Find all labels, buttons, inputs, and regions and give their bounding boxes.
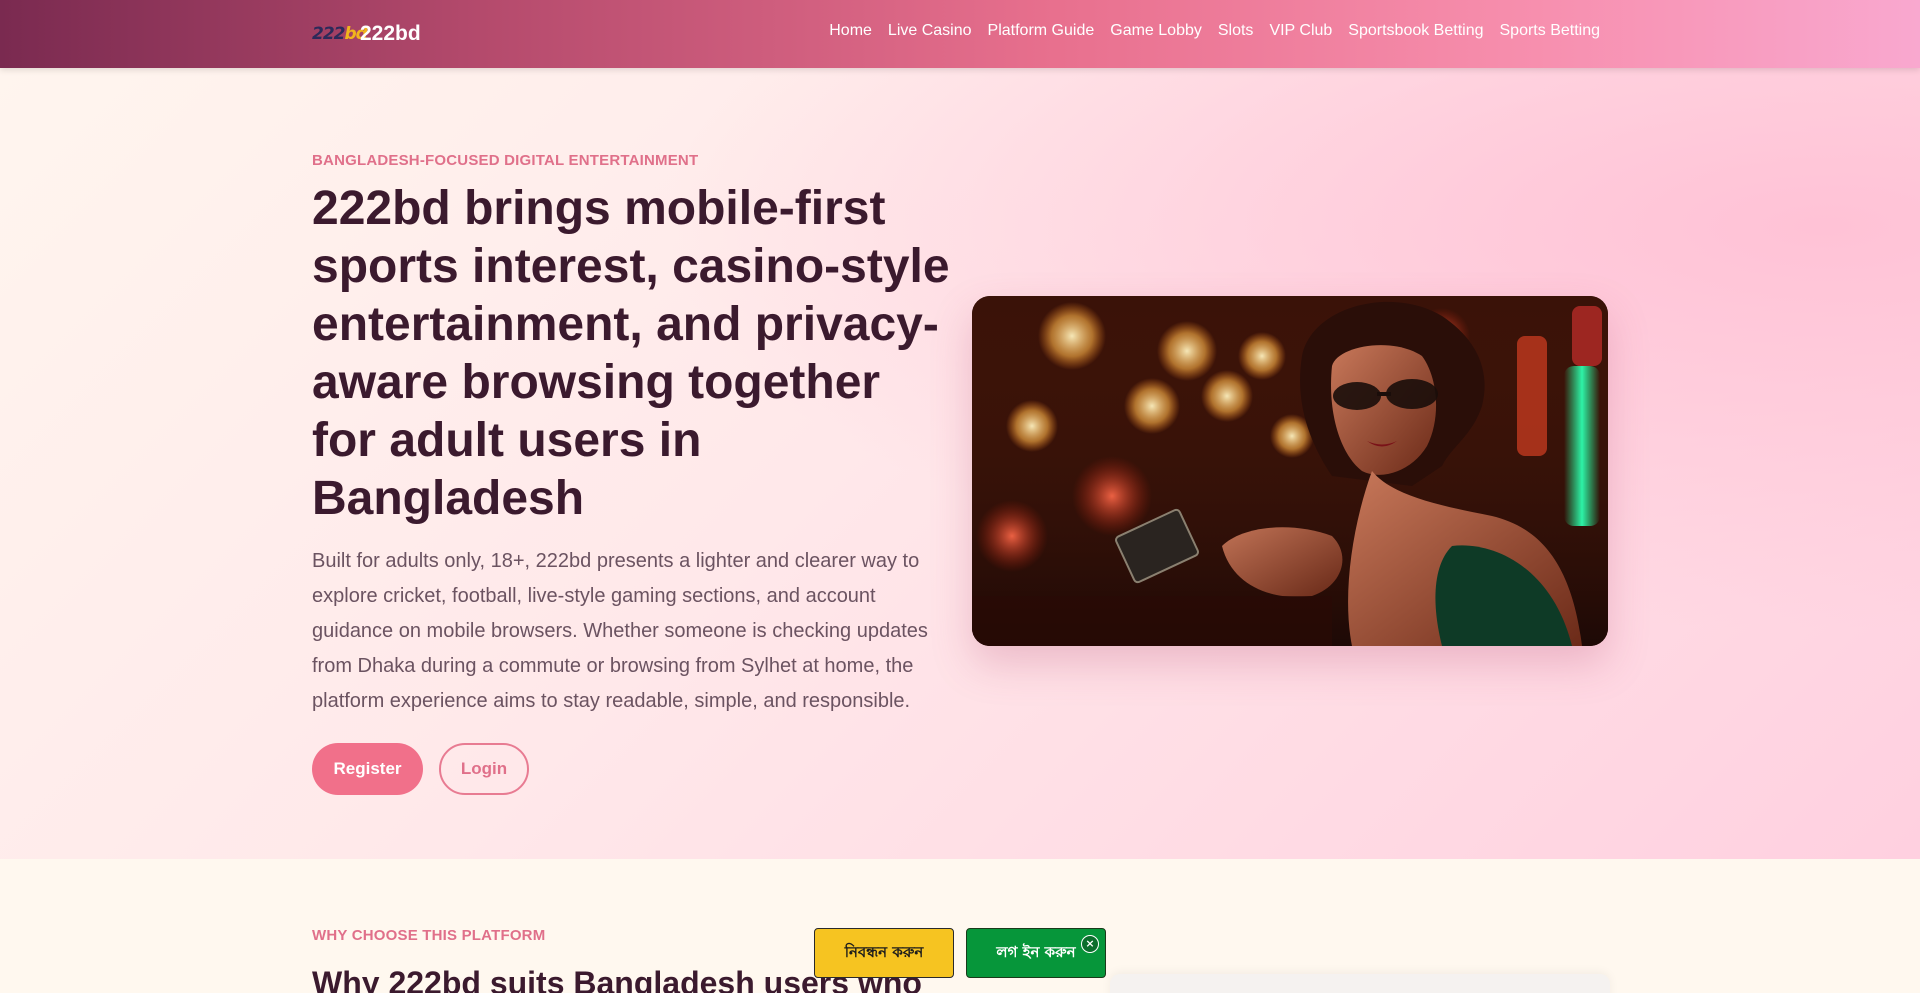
nav-platform-guide[interactable]: Platform Guide — [988, 22, 1095, 40]
login-button[interactable]: Login — [439, 743, 529, 795]
logo-text-part-a: 222 — [312, 24, 345, 44]
hero-description: Built for adults only, 18+, 222bd presen… — [312, 550, 928, 712]
register-button[interactable]: Register — [312, 743, 423, 795]
section-eyebrow: WHY CHOOSE THIS PLATFORM — [312, 927, 546, 944]
hero-image — [972, 296, 1608, 646]
nav-live-casino[interactable]: Live Casino — [888, 22, 972, 40]
nav-game-lobby[interactable]: Game Lobby — [1110, 22, 1202, 40]
close-icon[interactable]: × — [1081, 935, 1099, 953]
nav-vip-club[interactable]: VIP Club — [1269, 22, 1332, 40]
nav-home[interactable]: Home — [829, 22, 872, 40]
nav-slots[interactable]: Slots — [1218, 22, 1254, 40]
floating-cta-bar: নিবন্ধন করুন লগ ইন করুন × — [814, 928, 1106, 978]
hero-eyebrow: BANGLADESH-FOCUSED DIGITAL ENTERTAINMENT — [312, 152, 699, 169]
hero-actions: Register Login — [312, 743, 529, 795]
floating-register-button[interactable]: নিবন্ধন করুন — [814, 928, 954, 978]
section-card — [1110, 974, 1610, 993]
brand-name: 222bd — [360, 22, 421, 45]
floating-login-label: লগ ইন করুন — [996, 942, 1076, 961]
nav-sports-betting[interactable]: Sports Betting — [1500, 22, 1601, 40]
nav-sportsbook-betting[interactable]: Sportsbook Betting — [1348, 22, 1483, 40]
brand-logo: 222 bd — [312, 23, 368, 45]
casino-woman-illustration — [972, 296, 1608, 646]
brand-link[interactable]: 222 bd 222bd — [312, 18, 421, 50]
main-nav: Home Live Casino Platform Guide Game Lob… — [829, 22, 1600, 40]
hero-title: 222bd brings mobile-first sports interes… — [312, 182, 950, 525]
site-header: 222 bd 222bd Home Live Casino Platform Gu… — [0, 0, 1920, 68]
floating-login-button[interactable]: লগ ইন করুন × — [966, 928, 1106, 978]
hero-section: BANGLADESH-FOCUSED DIGITAL ENTERTAINMENT… — [0, 68, 1920, 859]
